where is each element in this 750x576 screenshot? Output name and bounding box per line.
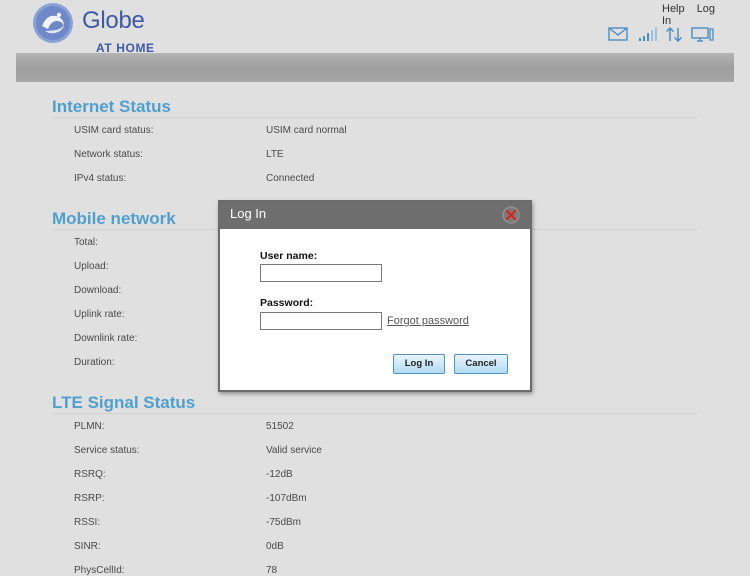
row-label: Network status: [74,149,143,160]
row-value: Valid service [266,445,322,456]
status-row: PhysCellId: 78 [52,558,698,576]
status-row: Network status: LTE [52,142,698,166]
nav-bar [16,53,734,82]
close-icon[interactable] [502,206,520,224]
row-label: Downlink rate: [74,333,138,344]
forgot-password-link[interactable]: Forgot password [387,315,469,327]
section-title: Internet Status [52,96,698,118]
row-label: Download: [74,285,122,296]
row-label: PhysCellId: [74,565,125,576]
help-link[interactable]: Help [662,3,685,15]
row-label: Duration: [74,357,115,368]
row-label: Uplink rate: [74,309,125,320]
top-links: Help Log In [662,3,734,27]
status-row: RSRP: -107dBm [52,486,698,510]
data-transfer-icon [665,26,683,43]
row-value: -107dBm [266,493,307,504]
row-label: IPv4 status: [74,173,127,184]
row-value: 0dB [266,541,284,552]
password-label: Password: [260,297,314,309]
row-value: Connected [266,173,315,184]
status-row: RSRQ: -12dB [52,462,698,486]
row-label: Total: [74,237,98,248]
username-label: User name: [260,250,318,262]
status-row: RSSI: -75dBm [52,510,698,534]
row-label: USIM card status: [74,125,154,136]
row-value: 78 [266,565,278,576]
section-title: LTE Signal Status [52,392,698,414]
status-row: USIM card status: USIM card normal [52,118,698,142]
device-icon [691,27,714,42]
status-row: Service status: Valid service [52,438,698,462]
globe-logo[interactable]: Globe AT HOME [32,2,172,55]
row-value: 51502 [266,421,294,432]
status-row: SINR: 0dB [52,534,698,558]
mail-icon[interactable] [608,26,628,42]
lte-signal-section: LTE Signal Status PLMN: 51502 Service st… [52,392,698,576]
internet-status-section: Internet Status USIM card status: USIM c… [52,96,698,190]
brand-name: Globe [82,7,145,34]
login-dialog: Log In User name: Password: Forgot passw… [218,200,532,392]
cancel-button[interactable]: Cancel [454,354,508,374]
row-value: -12dB [266,469,293,480]
username-input[interactable] [260,264,382,282]
dialog-title-bar: Log In [220,202,530,229]
row-label: Upload: [74,261,109,272]
signal-icon [639,27,657,41]
login-button[interactable]: Log In [393,354,445,374]
row-label: PLMN: [74,421,105,432]
row-value: USIM card normal [266,125,347,136]
status-row: PLMN: 51502 [52,414,698,438]
password-input[interactable] [260,312,382,330]
row-label: RSRP: [74,493,105,504]
globe-logo-icon [33,3,73,43]
row-label: SINR: [74,541,101,552]
dialog-title: Log In [230,206,267,221]
row-label: RSSI: [74,517,101,528]
row-value: LTE [266,149,284,160]
row-value: -75dBm [266,517,302,528]
status-row: IPv4 status: Connected [52,166,698,190]
row-label: Service status: [74,445,140,456]
row-label: RSRQ: [74,469,106,480]
